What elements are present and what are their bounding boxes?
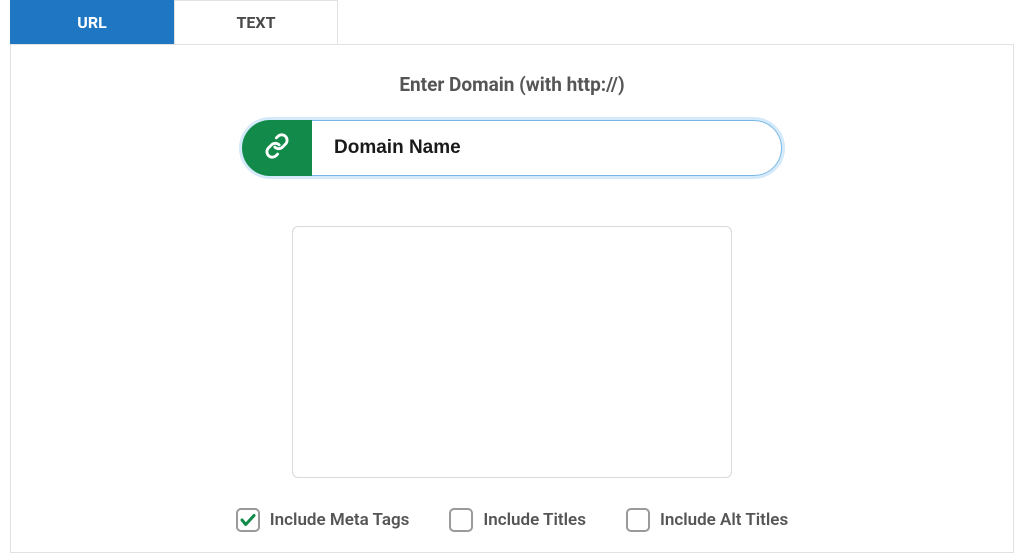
tab-panel: Enter Domain (with http://) Include Meta… <box>10 44 1014 553</box>
domain-input-addon <box>242 120 312 176</box>
tab-text[interactable]: TEXT <box>174 0 338 44</box>
textarea-wrap <box>292 226 732 482</box>
tab-url-label: URL <box>77 13 106 32</box>
checkbox-include-meta-tags[interactable] <box>236 508 260 532</box>
option-label: Include Titles <box>483 510 586 530</box>
panel-heading: Enter Domain (with http://) <box>31 73 993 96</box>
content-textarea[interactable] <box>292 226 732 478</box>
domain-input[interactable] <box>312 120 782 176</box>
option-include-alt-titles[interactable]: Include Alt Titles <box>626 508 788 532</box>
checkbox-include-titles[interactable] <box>449 508 473 532</box>
option-label: Include Meta Tags <box>270 510 410 530</box>
option-include-meta-tags[interactable]: Include Meta Tags <box>236 508 410 532</box>
tab-text-label: TEXT <box>237 13 276 32</box>
domain-input-group <box>242 120 782 176</box>
option-label: Include Alt Titles <box>660 510 788 530</box>
link-icon <box>264 133 290 163</box>
options-row: Include Meta Tags Include Titles Include… <box>31 508 993 532</box>
option-include-titles[interactable]: Include Titles <box>449 508 586 532</box>
checkbox-include-alt-titles[interactable] <box>626 508 650 532</box>
tab-bar: URL TEXT <box>10 0 1014 44</box>
tab-url[interactable]: URL <box>10 0 174 44</box>
